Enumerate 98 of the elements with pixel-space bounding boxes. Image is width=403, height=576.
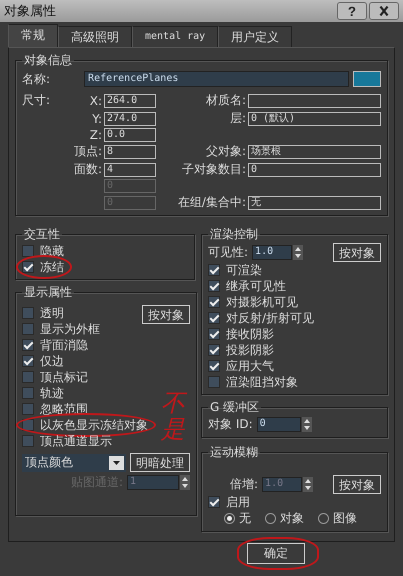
checkbox-label: 轨迹 [40, 384, 64, 402]
field-label: 名称: [22, 70, 50, 88]
value-field[interactable]: 0 [248, 162, 381, 176]
value-field[interactable]: 0.0 [104, 128, 156, 142]
checkbox[interactable] [208, 360, 220, 372]
field-label: 倍增: [230, 476, 258, 493]
checkbox[interactable] [208, 328, 220, 340]
checkbox[interactable] [22, 339, 34, 351]
field-label: 材质名: [204, 92, 246, 109]
checkbox[interactable] [22, 355, 34, 367]
field-label: 层: [228, 110, 246, 127]
checkbox[interactable] [22, 261, 34, 273]
field-label: Y: [91, 112, 102, 126]
checkbox[interactable] [208, 280, 220, 292]
close-icon[interactable] [369, 2, 399, 20]
value-field[interactable]: 无 [248, 196, 381, 210]
checkbox[interactable] [22, 307, 34, 319]
radio-button[interactable] [265, 513, 276, 524]
checkbox-label: 顶点标记 [40, 368, 88, 386]
field-label: 父对象: [204, 143, 246, 160]
checkbox-label: 应用大气 [226, 358, 274, 374]
value-field[interactable] [248, 94, 381, 108]
tab[interactable]: 常规 [8, 24, 58, 47]
checkbox-label: 接收阴影 [226, 326, 274, 342]
checkbox-label: 对反射/折射可见 [226, 310, 314, 326]
name-field[interactable]: ReferencePlanes [84, 71, 349, 87]
checkbox-label: 继承可见性 [226, 278, 286, 294]
checkbox[interactable] [22, 387, 34, 399]
checkbox-label: 可渲染 [226, 262, 262, 278]
group-title: 交互性 [23, 226, 61, 243]
checkbox[interactable] [22, 371, 34, 383]
radio-button[interactable] [224, 513, 235, 524]
checkbox-label: 背面消隐 [40, 336, 88, 354]
spinner-arrows-icon[interactable] [303, 477, 314, 492]
field-label: Z: [88, 128, 102, 142]
checkbox-label: 以灰色显示冻结对象 [40, 416, 148, 434]
checkbox[interactable] [208, 344, 220, 356]
checkbox[interactable] [22, 323, 34, 335]
checkbox-label: 仅边 [40, 352, 64, 370]
group-title: G 缓冲区 [209, 399, 260, 416]
value-field[interactable]: 264.0 [104, 94, 156, 108]
value-field[interactable]: 4 [104, 162, 156, 176]
group-title: 显示属性 [23, 284, 73, 301]
dropdown-value: 顶点颜色 [25, 454, 73, 471]
value-field[interactable]: 0 (默认) [248, 112, 381, 126]
ok-button[interactable]: 确定 [247, 543, 305, 564]
checkbox-label: 渲染阻挡对象 [226, 374, 298, 390]
checkbox-label: 显示为外框 [40, 320, 100, 338]
radio-button[interactable] [318, 513, 329, 524]
dropdown[interactable]: 顶点颜色 [22, 454, 126, 472]
by-object-button[interactable]: 按对象 [142, 305, 190, 324]
spinner-arrows-icon[interactable] [302, 417, 312, 432]
spinner-arrows-icon[interactable] [293, 245, 304, 260]
by-object-button[interactable]: 按对象 [333, 475, 381, 494]
checkbox[interactable] [22, 419, 34, 431]
help-button[interactable]: ? [337, 2, 367, 20]
window-title: 对象属性 [4, 3, 57, 20]
handwritten-note: 不是 [161, 390, 185, 443]
checkbox-label: 对摄影机可见 [226, 294, 298, 310]
checkbox[interactable] [208, 264, 220, 276]
checkbox[interactable] [208, 296, 220, 308]
field-label: 面数: [72, 161, 102, 178]
tab[interactable]: 高级照明 [58, 26, 132, 47]
field-label: 可见性: [208, 244, 248, 261]
group-title: 渲染控制 [209, 226, 259, 243]
checkbox[interactable] [22, 245, 34, 257]
checkbox[interactable] [208, 496, 220, 508]
value-field[interactable]: 8 [104, 144, 156, 158]
checkbox-label: 启用 [226, 494, 250, 510]
field-label: 对象 ID: [208, 416, 253, 433]
checkbox-label: 透明 [40, 304, 64, 322]
tab[interactable]: 用户定义 [218, 26, 292, 47]
spinner-arrows-icon[interactable] [180, 475, 190, 490]
field-label: 子对象数目: [180, 161, 246, 178]
by-object-button[interactable]: 按对象 [333, 243, 381, 262]
field-label: X: [88, 94, 102, 108]
checkbox[interactable] [22, 403, 34, 415]
value-field[interactable]: 274.0 [104, 112, 156, 126]
color-swatch[interactable] [353, 71, 381, 87]
field-label: 顶点: [72, 143, 102, 160]
field-label: 尺寸: [22, 92, 52, 109]
radio-label: 无 [239, 510, 251, 527]
tab[interactable]: mental ray [132, 26, 218, 47]
value-field[interactable]: 场景根 [248, 144, 381, 158]
group-title: 对象信息 [23, 52, 73, 69]
visibility-field[interactable]: 1.0 [252, 245, 292, 260]
checkbox-label: 投影阴影 [226, 342, 274, 358]
checkbox[interactable] [22, 435, 34, 447]
checkbox[interactable] [208, 312, 220, 324]
radio-label: 图像 [333, 510, 357, 527]
group-title: 运动模糊 [209, 444, 259, 461]
object-id-field[interactable]: 0 [256, 417, 301, 432]
checkbox-label: 冻结 [40, 258, 64, 276]
checkbox[interactable] [208, 376, 220, 388]
radio-label: 对象 [280, 510, 304, 527]
shading-button[interactable]: 明暗处理 [130, 453, 190, 472]
field-label: 在组/集合中: [176, 194, 246, 211]
checkbox-label: 顶点通道显示 [40, 432, 112, 450]
